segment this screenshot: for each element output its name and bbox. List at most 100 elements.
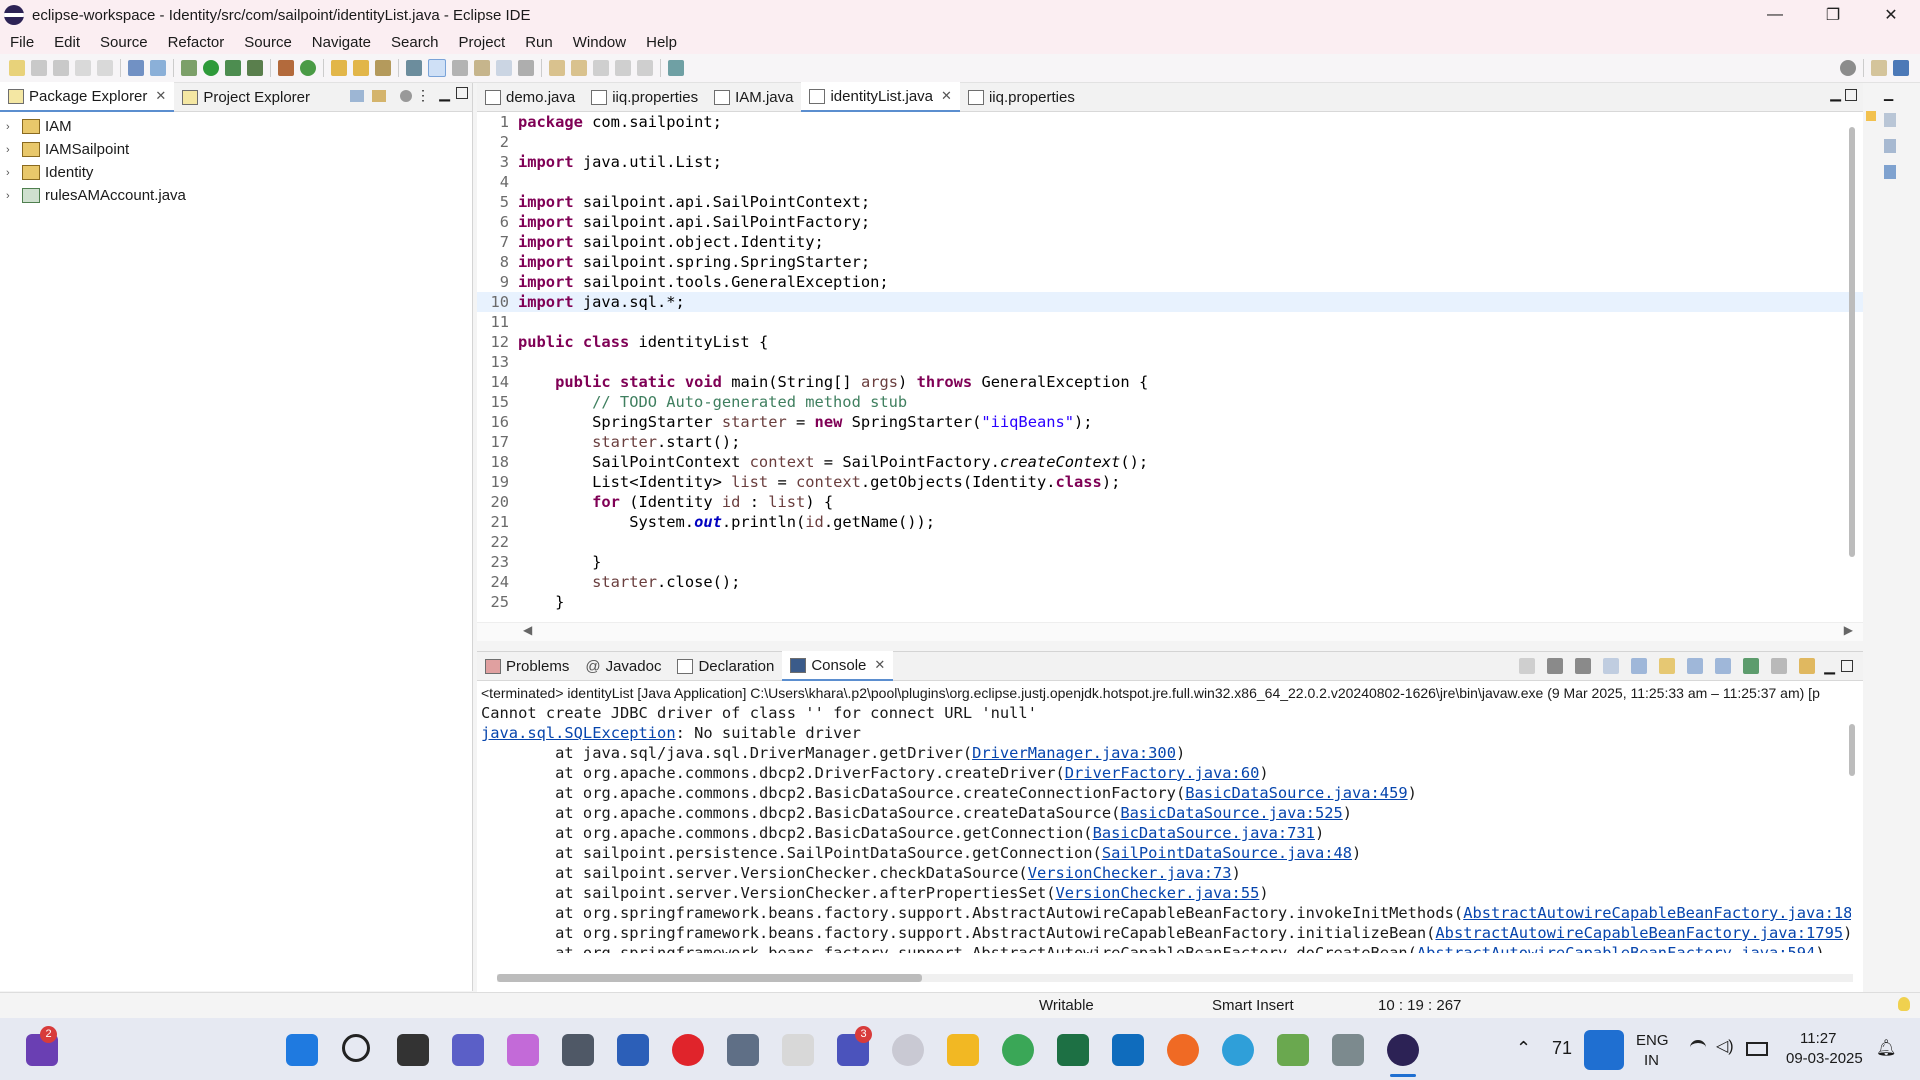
display-console-icon[interactable] <box>1771 658 1788 674</box>
run-icon[interactable] <box>203 60 219 76</box>
horizontal-scrollbar[interactable]: ◀ ▶ <box>477 622 1863 641</box>
scrollbar-thumb[interactable] <box>497 974 922 982</box>
code-text[interactable]: import sailpoint.tools.GeneralException; <box>518 273 889 291</box>
microphone-icon[interactable] <box>1584 1030 1624 1070</box>
code-line[interactable]: 17 starter.start(); <box>477 432 1863 452</box>
filter-icon[interactable] <box>400 90 412 102</box>
maximize-view-icon[interactable] <box>1845 89 1857 101</box>
chevron-right-icon[interactable]: › <box>6 190 18 202</box>
scroll-lock-icon[interactable] <box>1631 658 1648 674</box>
stack-trace-link[interactable]: AbstractAutowireCapableBeanFactory.java:… <box>1463 904 1851 922</box>
tree-item-identity[interactable]: › Identity <box>0 161 472 184</box>
minimize-view-icon[interactable]: ▁ <box>1884 87 1893 101</box>
search-taskbar-icon[interactable] <box>342 1034 370 1062</box>
camera-icon[interactable] <box>562 1034 594 1066</box>
menu-file[interactable]: File <box>0 34 44 51</box>
code-line[interactable]: 15 // TODO Auto-generated method stub <box>477 392 1863 412</box>
code-text[interactable]: } <box>518 553 601 571</box>
open-console-icon[interactable] <box>1799 658 1816 674</box>
code-line[interactable]: 12 public class identityList { <box>477 332 1863 352</box>
stack-trace-link[interactable]: AbstractAutowireCapableBeanFactory.java:… <box>1417 944 1815 953</box>
tab-package-explorer[interactable]: Package Explorer ✕ <box>0 82 175 112</box>
word-wrap-icon[interactable] <box>1659 658 1676 674</box>
menu-refactor[interactable]: Refactor <box>158 34 235 51</box>
back-icon[interactable] <box>615 60 631 76</box>
console-vertical-scrollbar-thumb[interactable] <box>1849 724 1855 776</box>
tab-console[interactable]: Console ✕ <box>782 651 894 681</box>
skip-breakpoints-icon[interactable] <box>150 60 166 76</box>
edge-icon[interactable] <box>1222 1034 1254 1066</box>
external-tools-icon[interactable] <box>247 60 263 76</box>
new-class-icon[interactable] <box>300 60 316 76</box>
previous-annotation-icon[interactable] <box>571 60 587 76</box>
firefox-icon[interactable] <box>1167 1034 1199 1066</box>
code-text[interactable]: import sailpoint.object.Identity; <box>518 233 824 251</box>
scroll-right-icon[interactable]: ▶ <box>1844 623 1853 637</box>
outlook-icon[interactable] <box>1112 1034 1144 1066</box>
close-icon[interactable]: ✕ <box>155 88 166 104</box>
clear-console-icon[interactable] <box>1603 658 1620 674</box>
battery-icon[interactable] <box>1746 1042 1768 1056</box>
code-line[interactable]: 6 import sailpoint.api.SailPointFactory; <box>477 212 1863 232</box>
toggle-mark-occurrences-icon[interactable] <box>428 59 446 77</box>
open-perspective-icon[interactable] <box>1871 60 1887 76</box>
minimize-view-icon[interactable]: ▁ <box>1830 85 1841 102</box>
redo-icon[interactable] <box>97 60 113 76</box>
search-icon[interactable] <box>1840 60 1856 76</box>
stack-trace-link[interactable]: VersionChecker.java:55 <box>1056 884 1260 902</box>
code-text[interactable]: SailPointContext context = SailPointFact… <box>518 453 1148 471</box>
teams-icon[interactable]: 3 <box>837 1026 872 1066</box>
chevron-right-icon[interactable]: › <box>6 121 18 133</box>
close-button[interactable]: ✕ <box>1862 0 1920 30</box>
excel-icon[interactable] <box>1057 1034 1089 1066</box>
code-line[interactable]: 23 } <box>477 552 1863 572</box>
debug-icon[interactable] <box>181 60 197 76</box>
menu-source-2[interactable]: Source <box>234 34 302 51</box>
java-perspective-icon[interactable] <box>1893 60 1909 76</box>
new-icon[interactable] <box>9 60 25 76</box>
code-text[interactable]: SpringStarter starter = new SpringStarte… <box>518 413 1092 431</box>
last-edit-icon[interactable] <box>593 60 609 76</box>
warning-marker-icon[interactable] <box>1866 111 1876 121</box>
menu-navigate[interactable]: Navigate <box>302 34 381 51</box>
tree-item-rulesamaccount[interactable]: › rulesAMAccount.java <box>0 184 472 207</box>
open-task-icon[interactable] <box>353 60 369 76</box>
code-text[interactable]: public class identityList { <box>518 333 768 351</box>
stack-trace-link[interactable]: java.sql.SQLException <box>481 724 676 742</box>
code-line[interactable]: 19 List<Identity> list = context.getObje… <box>477 472 1863 492</box>
tree-item-iam[interactable]: › IAM <box>0 115 472 138</box>
store-icon[interactable] <box>617 1034 649 1066</box>
view-menu-icon[interactable]: ⋮ <box>416 87 430 104</box>
stack-trace-link[interactable]: DriverManager.java:300 <box>972 744 1176 762</box>
tab-iam-java[interactable]: IAM.java <box>706 83 801 111</box>
tab-demo-java[interactable]: demo.java <box>477 83 583 111</box>
menu-search[interactable]: Search <box>381 34 449 51</box>
collapse-all-icon[interactable] <box>350 90 364 102</box>
save-icon[interactable] <box>31 60 47 76</box>
tab-identitylist-java[interactable]: identityList.java ✕ <box>801 82 960 112</box>
code-line[interactable]: 9 import sailpoint.tools.GeneralException… <box>477 272 1863 292</box>
tab-iiq-properties-2[interactable]: iiq.properties <box>960 83 1083 111</box>
code-line[interactable]: 7 import sailpoint.object.Identity; <box>477 232 1863 252</box>
tab-iiq-properties[interactable]: iiq.properties <box>583 83 706 111</box>
console-output[interactable]: Cannot create JDBC driver of class '' fo… <box>481 703 1851 953</box>
code-line[interactable]: 4 <box>477 172 1863 192</box>
console-horizontal-scrollbar[interactable] <box>497 974 1853 982</box>
show-on-stderr-icon[interactable] <box>1715 658 1732 674</box>
code-line[interactable]: 22 <box>477 532 1863 552</box>
task-list-icon[interactable] <box>1884 139 1896 153</box>
code-text[interactable]: import java.util.List; <box>518 153 722 171</box>
code-line[interactable]: 3 import java.util.List; <box>477 152 1863 172</box>
code-line[interactable]: 8 import sailpoint.spring.SpringStarter; <box>477 252 1863 272</box>
maximize-view-icon[interactable] <box>1841 660 1853 672</box>
new-package-icon[interactable] <box>278 60 294 76</box>
chrome-icon[interactable] <box>1002 1034 1034 1066</box>
chevron-right-icon[interactable]: › <box>6 167 18 179</box>
menu-project[interactable]: Project <box>449 34 516 51</box>
input-region[interactable]: IN <box>1644 1052 1659 1069</box>
stack-trace-link[interactable]: DriverFactory.java:60 <box>1065 764 1260 782</box>
tab-declaration[interactable]: Declaration <box>669 652 782 680</box>
code-text[interactable]: public static void main(String[] args) t… <box>518 373 1148 391</box>
hierarchy-icon[interactable] <box>1884 165 1896 179</box>
clock-date[interactable]: 09-03-2025 <box>1786 1050 1863 1067</box>
